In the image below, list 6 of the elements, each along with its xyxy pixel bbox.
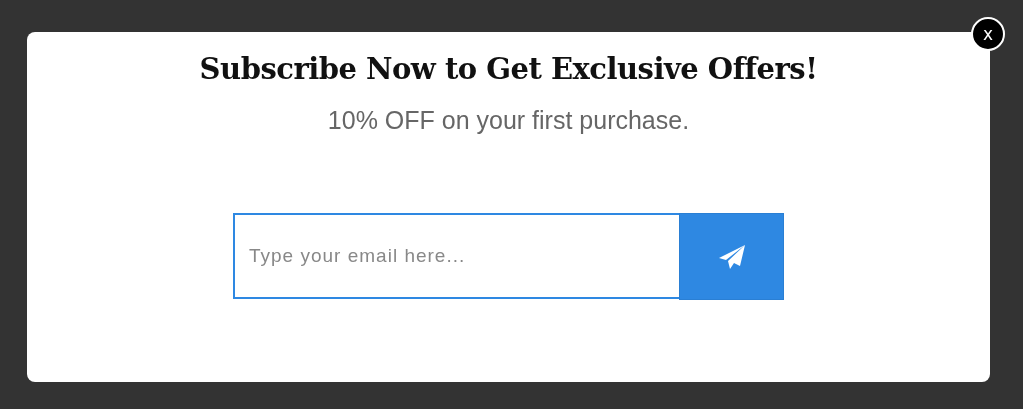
paper-plane-icon — [717, 243, 746, 270]
close-button[interactable]: x — [971, 17, 1005, 51]
email-field[interactable]: Type your email here... — [233, 213, 679, 299]
send-button[interactable] — [679, 213, 784, 300]
modal-title: Subscribe Now to Get Exclusive Offers! — [199, 52, 818, 86]
modal-subtitle: 10% OFF on your first purchase. — [327, 106, 690, 135]
